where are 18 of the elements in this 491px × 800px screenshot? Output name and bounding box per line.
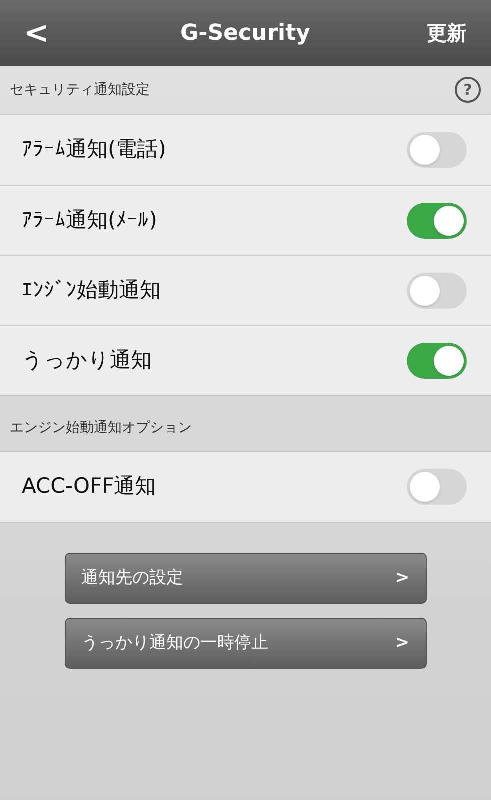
toggle-switch[interactable] bbox=[407, 469, 467, 505]
menu-button[interactable]: うっかり通知の一時停止 > bbox=[64, 618, 426, 669]
menu-button[interactable]: 通知先の設定 > bbox=[64, 553, 426, 604]
refresh-button[interactable]: 更新 bbox=[427, 18, 467, 48]
toggle-switch[interactable] bbox=[407, 202, 467, 238]
window-title: G-Security bbox=[180, 20, 310, 48]
section-title: セキュリティ通知設定 bbox=[10, 80, 150, 100]
back-button[interactable]: < bbox=[24, 10, 64, 56]
setting-label: ｱﾗｰﾑ通知(ﾒｰﾙ) bbox=[22, 206, 158, 234]
help-button[interactable]: ? bbox=[455, 77, 481, 103]
setting-label: ACC-OFF通知 bbox=[22, 473, 156, 500]
setting-label: うっかり通知 bbox=[22, 346, 152, 374]
toggle-switch[interactable] bbox=[407, 342, 467, 378]
setting-label: ｱﾗｰﾑ通知(電話) bbox=[22, 136, 166, 164]
toggle-switch[interactable] bbox=[407, 132, 467, 168]
toggle-switch[interactable] bbox=[407, 272, 467, 308]
section-title: エンジン始動通知オプション bbox=[10, 419, 192, 438]
setting-label: ｴﾝｼﾞﾝ始動通知 bbox=[22, 276, 161, 304]
